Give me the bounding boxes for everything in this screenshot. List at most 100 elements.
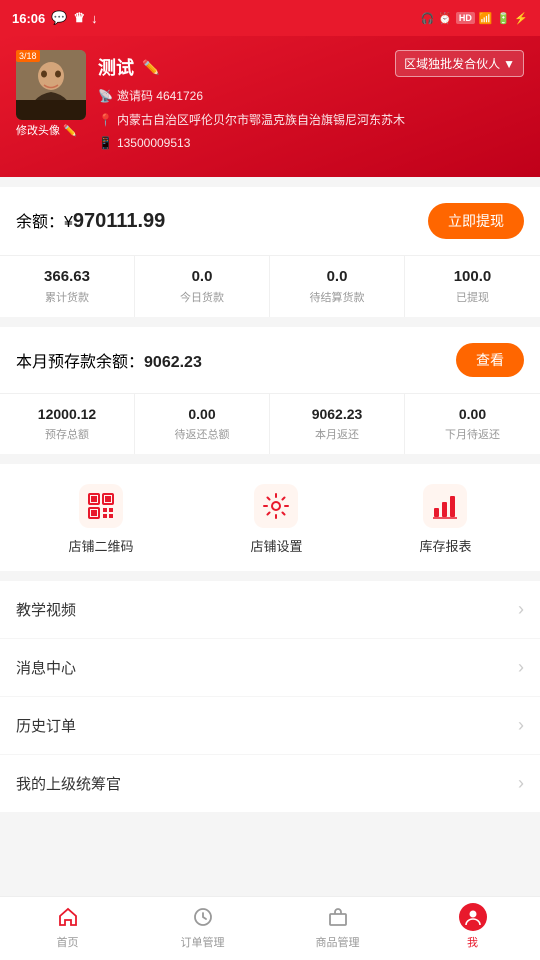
stat-cell-0: 366.63 累计货款 (0, 256, 135, 317)
deposit-section: 本月预存款余额：9062.23 查看 (0, 327, 540, 393)
dep-cell-1: 0.00 待返还总额 (135, 394, 270, 454)
dep-label-0: 预存总额 (6, 426, 128, 442)
hd-icon: HD (456, 12, 475, 24)
deposit-amount: 9062.23 (144, 354, 202, 371)
stat-label-1: 今日货款 (141, 289, 263, 305)
chat-icon: 💬 (51, 10, 67, 26)
status-bar-right: 🎧 ⏰ HD 📶 🔋 ⚡ (420, 12, 528, 25)
chevron-icon-3: › (518, 773, 524, 794)
nav-home-label: 首页 (57, 934, 79, 950)
balance-amount: 970111.99 (73, 210, 165, 232)
edit-name-icon[interactable]: ✏️ (142, 59, 159, 76)
avatar-badge: 3/18 (16, 50, 40, 62)
status-bar-left: 16:06 💬 ♛ ↓ (12, 10, 98, 26)
balance-label: 余额：¥ (16, 214, 73, 231)
menu-item-0[interactable]: 教学视频 › (0, 581, 540, 639)
invite-badge-text: 区域独批发合伙人 (404, 55, 500, 72)
dep-value-3: 0.00 (411, 406, 534, 422)
nav-orders[interactable]: 订单管理 (135, 903, 270, 950)
menu-list: 教学视频 › 消息中心 › 历史订单 › 我的上级统筹官 › (0, 581, 540, 812)
bottom-nav: 首页 订单管理 商品管理 我 (0, 896, 540, 960)
invite-code-text: 邀请码 4641726 (117, 86, 203, 108)
action-inventory[interactable]: 库存报表 (419, 484, 471, 555)
menu-item-1[interactable]: 消息中心 › (0, 639, 540, 697)
phone-icon: 📱 (98, 133, 113, 155)
qr-code-icon (79, 484, 123, 528)
profile-name: 测试 (98, 54, 134, 80)
avatar-wrap: 3/18 修改头像 ✏️ (16, 50, 86, 120)
deposit-grid: 12000.12 预存总额 0.00 待返还总额 9062.23 本月返还 0.… (0, 393, 540, 454)
deposit-label: 本月预存款余额： (16, 354, 144, 371)
stat-cell-3: 100.0 已提现 (405, 256, 540, 317)
dep-cell-3: 0.00 下月待返还 (405, 394, 540, 454)
view-button[interactable]: 查看 (456, 343, 524, 377)
dep-label-2: 本月返还 (276, 426, 398, 442)
menu-item-2[interactable]: 历史订单 › (0, 697, 540, 755)
dep-cell-0: 12000.12 预存总额 (0, 394, 135, 454)
chevron-icon-2: › (518, 715, 524, 736)
nav-shop-label: 商品管理 (316, 934, 360, 950)
bolt-icon: ⚡ (514, 12, 528, 25)
phone-text: 13500009513 (117, 133, 190, 155)
deposit-info: 本月预存款余额：9062.23 (16, 348, 202, 372)
alarm-icon: ⏰ (438, 12, 452, 25)
location-icon-small: 📡 (98, 86, 113, 108)
dep-label-1: 待返还总额 (141, 426, 263, 442)
menu-label-2: 历史订单 (16, 715, 76, 736)
balance-section: 余额：¥970111.99 立即提现 (0, 187, 540, 255)
battery-icon: 🔋 (497, 12, 511, 25)
dep-label-3: 下月待返还 (411, 426, 534, 442)
nav-shop[interactable]: 商品管理 (270, 903, 405, 950)
edit-avatar-label[interactable]: 修改头像 ✏️ (16, 122, 77, 138)
stat-label-3: 已提现 (411, 289, 534, 305)
wifi-icon: 📶 (479, 12, 493, 25)
headphone-icon: 🎧 (420, 12, 434, 25)
chart-icon-svg (431, 492, 459, 520)
me-nav-icon (459, 903, 487, 931)
nav-home[interactable]: 首页 (0, 903, 135, 950)
dep-cell-2: 9062.23 本月返还 (270, 394, 405, 454)
status-time: 16:06 (12, 11, 45, 26)
stats-grid: 366.63 累计货款 0.0 今日货款 0.0 待结算货款 100.0 已提现 (0, 255, 540, 317)
nav-me[interactable]: 我 (405, 903, 540, 950)
chart-icon (423, 484, 467, 528)
chevron-icon-0: › (518, 599, 524, 620)
phone-row: 📱 13500009513 (98, 133, 524, 155)
quick-actions: 店铺二维码 店铺设置 库存报表 (0, 464, 540, 571)
shop-nav-icon (324, 903, 352, 931)
stat-value-0: 366.63 (6, 268, 128, 285)
signal-icon: ↓ (91, 11, 98, 26)
profile-header: 区域独批发合伙人 ▼ 3/18 修改头像 ✏️ (0, 36, 540, 177)
address-row: 📍 内蒙古自治区呼伦贝尔市鄂温克族自治旗锡尼河东苏木 (98, 110, 524, 132)
menu-label-0: 教学视频 (16, 599, 76, 620)
action-qr-label: 店铺二维码 (68, 536, 133, 555)
settings-icon (254, 484, 298, 528)
menu-item-3[interactable]: 我的上级统筹官 › (0, 755, 540, 812)
dep-value-0: 12000.12 (6, 406, 128, 422)
stat-label-2: 待结算货款 (276, 289, 398, 305)
map-icon: 📍 (98, 110, 113, 132)
edit-avatar-text: 修改头像 (16, 122, 60, 138)
menu-label-3: 我的上级统筹官 (16, 773, 121, 794)
stat-cell-1: 0.0 今日货款 (135, 256, 270, 317)
action-settings[interactable]: 店铺设置 (250, 484, 302, 555)
qr-icon-svg (87, 492, 115, 520)
invite-badge[interactable]: 区域独批发合伙人 ▼ (395, 50, 524, 77)
stat-value-1: 0.0 (141, 268, 263, 285)
pencil-icon: ✏️ (63, 124, 77, 137)
gear-icon-svg (262, 492, 290, 520)
action-inventory-label: 库存报表 (419, 536, 471, 555)
menu-label-1: 消息中心 (16, 657, 76, 678)
dropdown-arrow-icon: ▼ (503, 57, 515, 71)
action-qr-code[interactable]: 店铺二维码 (68, 484, 133, 555)
stat-cell-2: 0.0 待结算货款 (270, 256, 405, 317)
balance-info: 余额：¥970111.99 (16, 208, 165, 233)
nav-me-label: 我 (467, 934, 478, 950)
stat-value-3: 100.0 (411, 268, 534, 285)
action-settings-label: 店铺设置 (250, 536, 302, 555)
chevron-icon-1: › (518, 657, 524, 678)
stat-label-0: 累计货款 (6, 289, 128, 305)
invite-code-row: 📡 邀请码 4641726 (98, 86, 524, 108)
withdraw-button[interactable]: 立即提现 (428, 203, 524, 239)
status-bar: 16:06 💬 ♛ ↓ 🎧 ⏰ HD 📶 🔋 ⚡ (0, 0, 540, 36)
